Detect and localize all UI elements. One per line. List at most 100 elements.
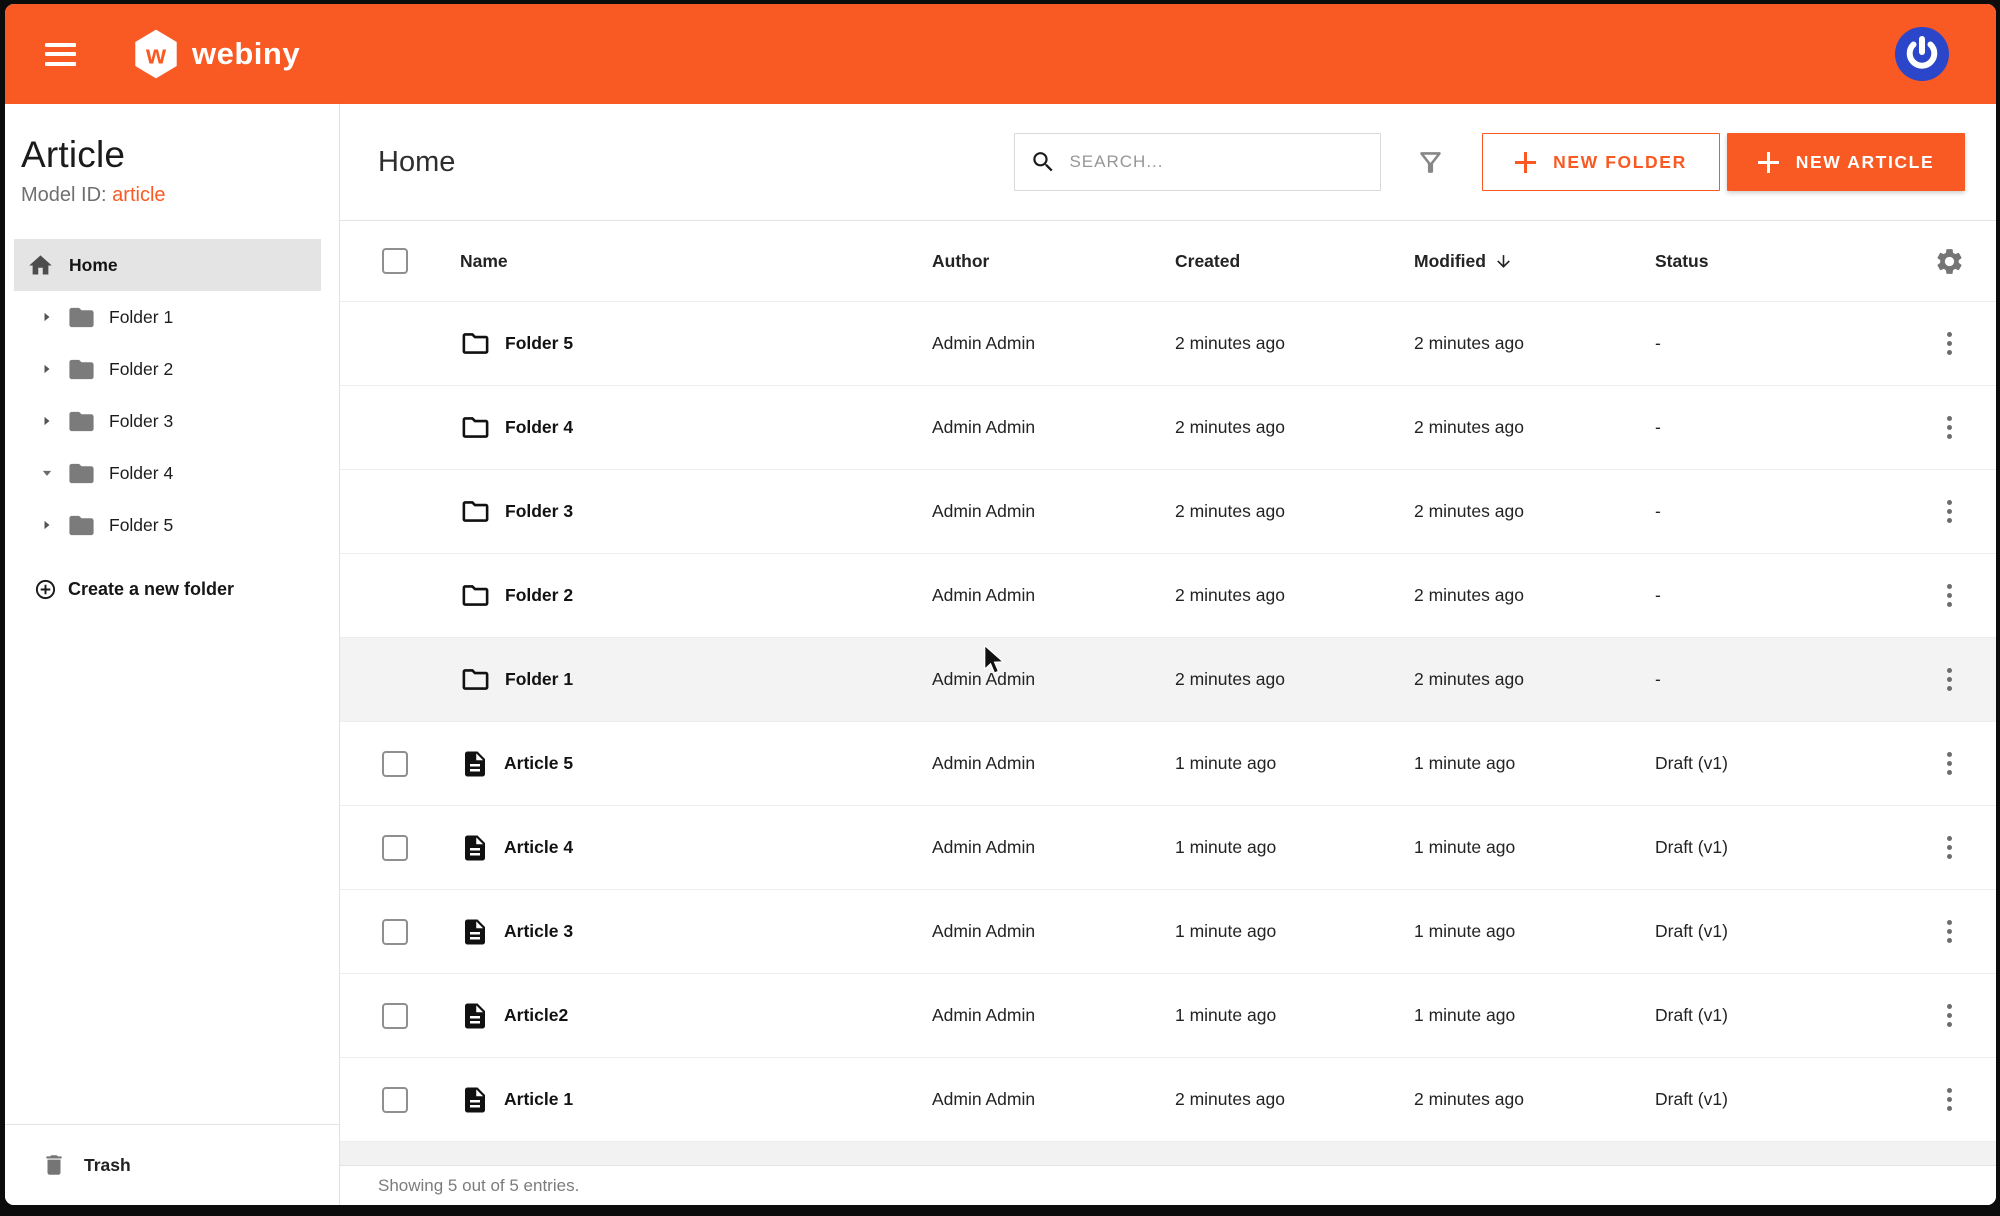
- row-author: Admin Admin: [932, 333, 1175, 354]
- table-row-article-1[interactable]: Article 1 Admin Admin 2 minutes ago 2 mi…: [340, 1058, 1996, 1142]
- row-status: -: [1655, 669, 1902, 690]
- folder-icon: [460, 580, 491, 611]
- row-name[interactable]: Article2: [504, 1005, 568, 1026]
- row-name[interactable]: Folder 2: [505, 585, 573, 606]
- row-checkbox[interactable]: [382, 751, 408, 777]
- modified-label: Modified: [1414, 251, 1486, 272]
- kebab-menu-icon[interactable]: [1941, 494, 1958, 529]
- webiny-logo[interactable]: w webiny: [133, 28, 300, 80]
- column-header-status[interactable]: Status: [1655, 251, 1902, 272]
- row-name[interactable]: Article 3: [504, 921, 573, 942]
- column-header-created[interactable]: Created: [1175, 251, 1414, 272]
- kebab-menu-icon[interactable]: [1941, 578, 1958, 613]
- row-name[interactable]: Folder 3: [505, 501, 573, 522]
- row-author: Admin Admin: [932, 501, 1175, 522]
- row-name[interactable]: Folder 1: [505, 669, 573, 690]
- table-row-folder-3[interactable]: Folder 3 Admin Admin 2 minutes ago 2 min…: [340, 470, 1996, 554]
- new-folder-button[interactable]: NEW FOLDER: [1482, 133, 1720, 191]
- table-row-folder-5[interactable]: Folder 5 Admin Admin 2 minutes ago 2 min…: [340, 302, 1996, 386]
- row-created: 2 minutes ago: [1175, 669, 1414, 690]
- row-author: Admin Admin: [932, 1005, 1175, 1026]
- table-row-article-5[interactable]: Article 5 Admin Admin 1 minute ago 1 min…: [340, 722, 1996, 806]
- caret-right-icon[interactable]: [37, 359, 57, 379]
- sidebar-item-folder-2[interactable]: Folder 2: [5, 343, 339, 395]
- row-status: -: [1655, 501, 1902, 522]
- row-name[interactable]: Folder 4: [505, 417, 573, 438]
- model-id: Model ID: article: [21, 184, 339, 207]
- create-new-folder-button[interactable]: Create a new folder: [5, 563, 339, 615]
- row-modified: 2 minutes ago: [1414, 333, 1655, 354]
- row-created: 2 minutes ago: [1175, 501, 1414, 522]
- kebab-menu-icon[interactable]: [1941, 830, 1958, 865]
- kebab-menu-icon[interactable]: [1941, 914, 1958, 949]
- folder-label: Folder 5: [109, 515, 173, 536]
- kebab-menu-icon[interactable]: [1941, 1082, 1958, 1117]
- folder-label: Folder 3: [109, 411, 173, 432]
- select-all-checkbox[interactable]: [382, 248, 408, 274]
- caret-down-icon[interactable]: [37, 463, 57, 483]
- caret-right-icon[interactable]: [37, 307, 57, 327]
- row-name[interactable]: Folder 5: [505, 333, 573, 354]
- column-header-modified[interactable]: Modified: [1414, 251, 1655, 272]
- table-row-folder-4[interactable]: Folder 4 Admin Admin 2 minutes ago 2 min…: [340, 386, 1996, 470]
- sidebar-item-folder-5[interactable]: Folder 5: [5, 499, 339, 551]
- user-avatar[interactable]: [1894, 26, 1950, 82]
- caret-right-icon[interactable]: [37, 411, 57, 431]
- column-header-name[interactable]: Name: [460, 251, 932, 272]
- new-article-label: NEW ARTICLE: [1796, 152, 1934, 173]
- table-row-article-3[interactable]: Article 3 Admin Admin 1 minute ago 1 min…: [340, 890, 1996, 974]
- app-header: w webiny: [5, 4, 1996, 104]
- filter-funnel-icon: [1415, 147, 1446, 178]
- row-name[interactable]: Article 1: [504, 1089, 573, 1110]
- table-settings-button[interactable]: [1934, 246, 1965, 277]
- column-header-author[interactable]: Author: [932, 251, 1175, 272]
- trash-button[interactable]: Trash: [5, 1124, 339, 1205]
- create-folder-label: Create a new folder: [68, 579, 234, 600]
- sidebar-item-home[interactable]: Home: [14, 239, 321, 291]
- kebab-menu-icon[interactable]: [1941, 326, 1958, 361]
- kebab-menu-icon[interactable]: [1941, 998, 1958, 1033]
- row-checkbox[interactable]: [382, 1087, 408, 1113]
- table-row-folder-1[interactable]: Folder 1 Admin Admin 2 minutes ago 2 min…: [340, 638, 1996, 722]
- row-name[interactable]: Article 5: [504, 753, 573, 774]
- search-box[interactable]: [1014, 133, 1381, 191]
- home-icon: [27, 252, 54, 279]
- document-icon: [460, 917, 490, 947]
- filter-button[interactable]: [1414, 146, 1446, 178]
- row-modified: 2 minutes ago: [1414, 585, 1655, 606]
- kebab-menu-icon[interactable]: [1941, 410, 1958, 445]
- caret-right-icon[interactable]: [37, 515, 57, 535]
- row-modified: 2 minutes ago: [1414, 417, 1655, 438]
- new-article-button[interactable]: NEW ARTICLE: [1727, 133, 1965, 191]
- row-name[interactable]: Article 4: [504, 837, 573, 858]
- table-row-folder-2[interactable]: Folder 2 Admin Admin 2 minutes ago 2 min…: [340, 554, 1996, 638]
- folder-icon: [67, 407, 96, 436]
- row-status: -: [1655, 333, 1902, 354]
- document-icon: [460, 1085, 490, 1115]
- row-checkbox[interactable]: [382, 835, 408, 861]
- sidebar-item-folder-4[interactable]: Folder 4: [5, 447, 339, 499]
- table-row-article-2[interactable]: Article2 Admin Admin 1 minute ago 1 minu…: [340, 974, 1996, 1058]
- trash-icon: [41, 1152, 67, 1178]
- row-checkbox[interactable]: [382, 919, 408, 945]
- row-author: Admin Admin: [932, 753, 1175, 774]
- row-created: 1 minute ago: [1175, 921, 1414, 942]
- new-folder-label: NEW FOLDER: [1553, 152, 1687, 173]
- kebab-menu-icon[interactable]: [1941, 746, 1958, 781]
- row-checkbox[interactable]: [382, 1003, 408, 1029]
- row-modified: 1 minute ago: [1414, 1005, 1655, 1026]
- logo-wordmark: webiny: [192, 36, 300, 72]
- table-row-article-4[interactable]: Article 4 Admin Admin 1 minute ago 1 min…: [340, 806, 1996, 890]
- row-status: Draft (v1): [1655, 1089, 1902, 1110]
- row-modified: 1 minute ago: [1414, 837, 1655, 858]
- sidebar-item-folder-1[interactable]: Folder 1: [5, 291, 339, 343]
- folder-icon: [67, 355, 96, 384]
- folder-icon: [67, 511, 96, 540]
- row-modified: 2 minutes ago: [1414, 669, 1655, 690]
- sidebar-item-folder-3[interactable]: Folder 3: [5, 395, 339, 447]
- folder-tree: Home Folder 1 Folder 2 Folder 3: [5, 239, 339, 615]
- search-input[interactable]: [1069, 152, 1366, 172]
- row-author: Admin Admin: [932, 585, 1175, 606]
- kebab-menu-icon[interactable]: [1941, 662, 1958, 697]
- hamburger-menu-icon[interactable]: [45, 43, 76, 66]
